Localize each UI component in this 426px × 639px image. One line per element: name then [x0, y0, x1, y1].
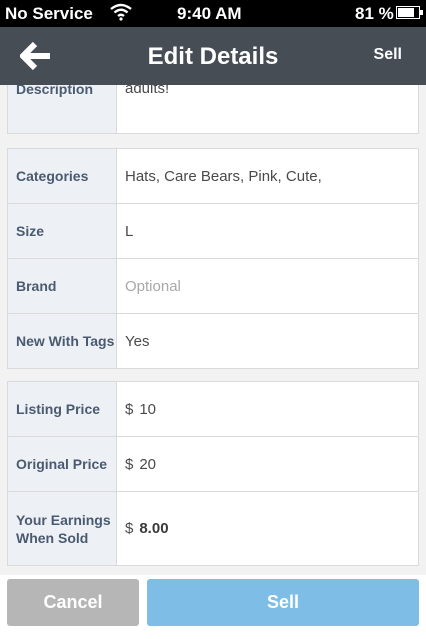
- nav-bar: Edit Details Sell: [0, 27, 426, 85]
- description-row[interactable]: Description adults!: [8, 85, 418, 133]
- status-bar: No Service 9:40 AM 81 %: [0, 0, 426, 27]
- battery-nub: [420, 10, 423, 15]
- brand-label: Brand: [8, 259, 116, 313]
- description-label: Description: [8, 85, 116, 133]
- listing-price-label: Listing Price: [8, 382, 116, 436]
- action-footer: Cancel Sell: [0, 575, 426, 639]
- categories-label: Categories: [8, 149, 116, 203]
- earnings-label: Your Earnings When Sold: [8, 492, 116, 565]
- battery-percent: 81 %: [355, 4, 394, 23]
- currency-symbol: $: [125, 520, 134, 537]
- page-title: Edit Details: [147, 43, 279, 70]
- size-label: Size: [8, 204, 116, 258]
- carrier-label: No Service: [5, 4, 93, 23]
- currency-symbol: $: [125, 455, 134, 473]
- wifi-icon: [110, 3, 132, 21]
- new-with-tags-value[interactable]: Yes: [116, 314, 418, 368]
- nav-sell-button[interactable]: Sell: [374, 46, 402, 64]
- battery-icon: [396, 6, 423, 19]
- clock: 9:40 AM: [177, 4, 242, 23]
- brand-input[interactable]: Optional: [116, 259, 418, 313]
- listing-price-value: 10: [139, 400, 157, 418]
- earnings-display: $ 8.00: [116, 492, 418, 565]
- size-row[interactable]: Size L: [8, 203, 418, 258]
- new-with-tags-label: New With Tags: [8, 314, 116, 368]
- new-with-tags-row[interactable]: New With Tags Yes: [8, 313, 418, 368]
- original-price-value: 20: [139, 455, 157, 473]
- description-section: Description adults!: [7, 85, 419, 134]
- earnings-value: 8.00: [139, 520, 169, 537]
- categories-row[interactable]: Categories Hats, Care Bears, Pink, Cute,: [8, 149, 418, 203]
- original-price-row[interactable]: Original Price $ 20: [8, 436, 418, 491]
- battery-level-fill: [398, 8, 415, 17]
- original-price-label: Original Price: [8, 437, 116, 491]
- cancel-button[interactable]: Cancel: [7, 579, 139, 626]
- currency-symbol: $: [125, 400, 134, 418]
- details-section: Categories Hats, Care Bears, Pink, Cute,…: [7, 148, 419, 369]
- sell-button[interactable]: Sell: [147, 579, 419, 626]
- size-value[interactable]: L: [116, 204, 418, 258]
- earnings-row: Your Earnings When Sold $ 8.00: [8, 491, 418, 565]
- form-content: Description adults! Categories Hats, Car…: [0, 85, 426, 575]
- original-price-input[interactable]: $ 20: [116, 437, 418, 491]
- listing-price-row[interactable]: Listing Price $ 10: [8, 382, 418, 436]
- listing-price-input[interactable]: $ 10: [116, 382, 418, 436]
- brand-row[interactable]: Brand Optional: [8, 258, 418, 313]
- description-value[interactable]: adults!: [116, 85, 418, 133]
- pricing-section: Listing Price $ 10 Original Price $ 20 Y…: [7, 381, 419, 566]
- categories-value[interactable]: Hats, Care Bears, Pink, Cute,: [116, 149, 418, 203]
